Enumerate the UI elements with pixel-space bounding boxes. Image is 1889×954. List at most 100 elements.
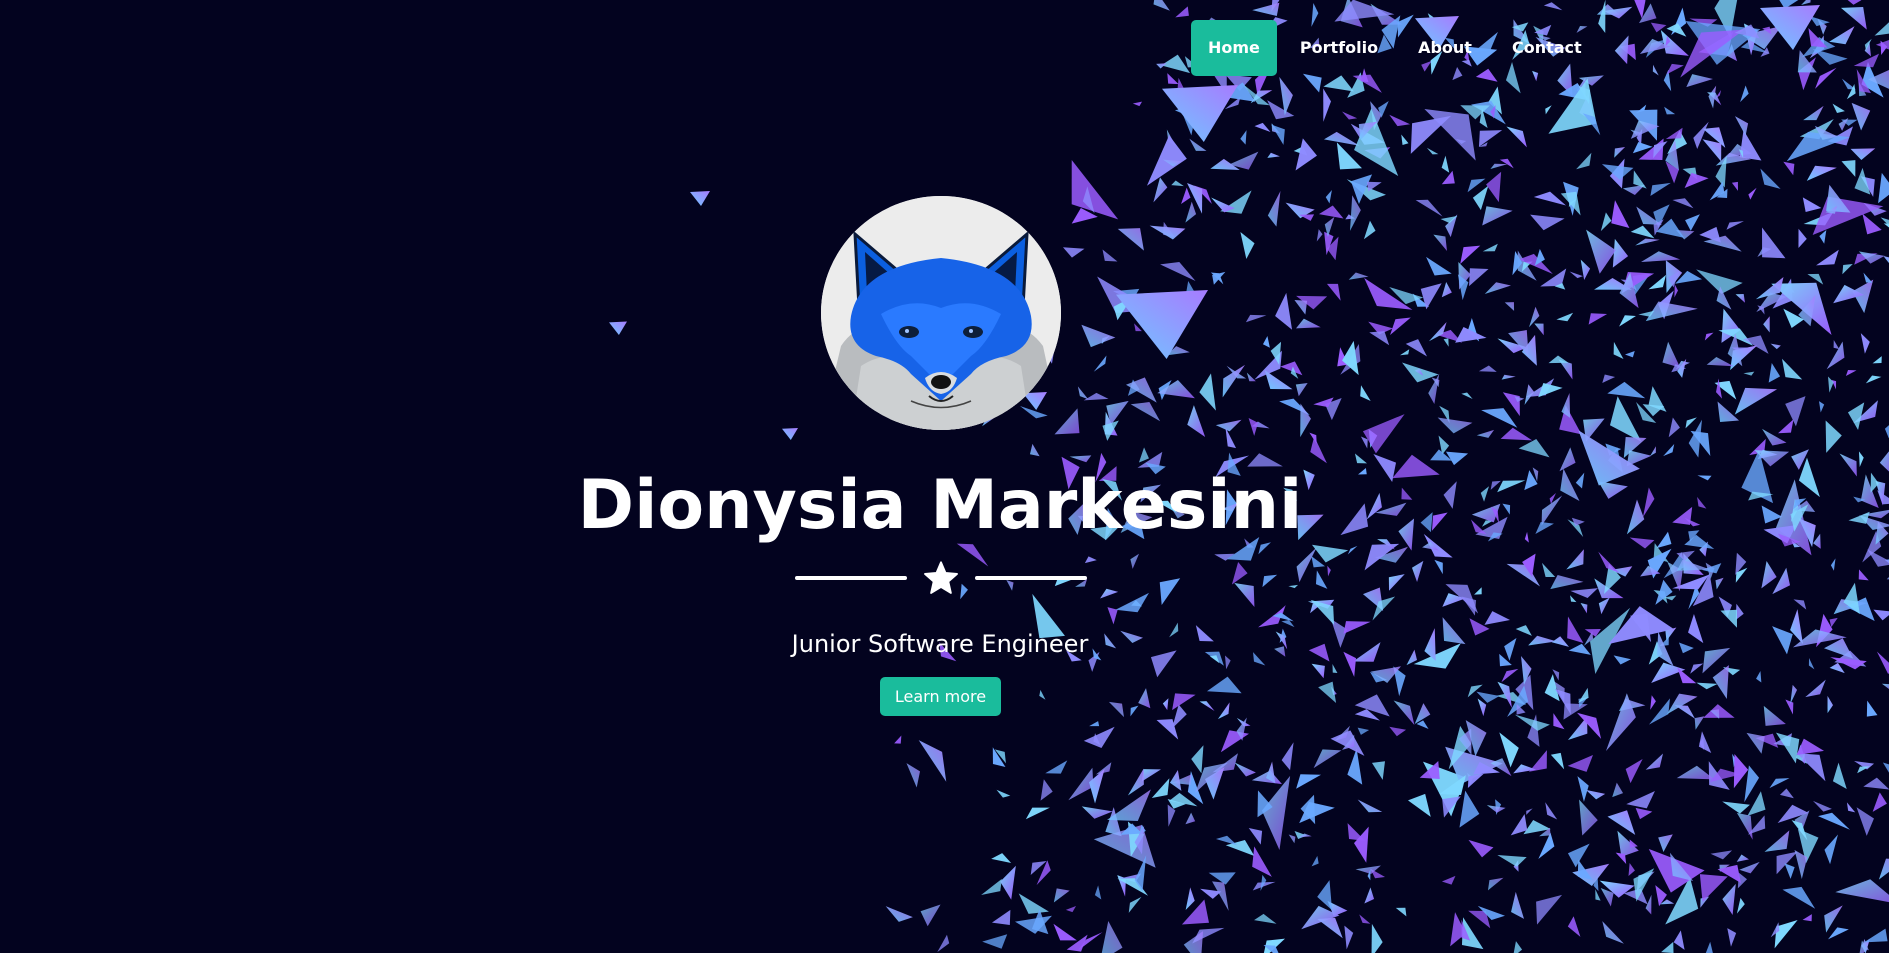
particle-shard	[1552, 680, 1565, 703]
particle-shard	[1883, 255, 1889, 263]
particle-shard	[1635, 104, 1647, 114]
particle-shard	[1675, 360, 1690, 370]
particle-shard	[1357, 727, 1370, 735]
particle-shard	[1450, 912, 1466, 947]
particle-shard	[1167, 804, 1176, 827]
particle-shard	[1252, 881, 1276, 891]
particle-shard	[1156, 719, 1179, 740]
particle-shard	[1062, 247, 1085, 258]
particle-shard	[1578, 86, 1591, 105]
particle-shard	[1799, 119, 1834, 140]
particle-shard	[1159, 578, 1181, 606]
nav-home-link[interactable]: Home	[1191, 20, 1277, 76]
particle-shard	[1884, 425, 1889, 439]
particle-shard	[1847, 0, 1862, 5]
particle-shard	[1445, 746, 1503, 785]
particle-shard	[885, 906, 913, 922]
particle-shard	[1309, 432, 1317, 444]
particle-shard	[1310, 436, 1327, 464]
particle-shard	[1539, 827, 1551, 837]
particle-shard	[1554, 282, 1566, 290]
particle-shard	[1254, 350, 1282, 380]
particle-shard	[1879, 451, 1889, 472]
particle-shard	[1445, 584, 1479, 614]
particle-shard	[1763, 316, 1770, 333]
particle-shard	[1438, 435, 1450, 455]
particle-shard	[1523, 820, 1551, 835]
particle-shard	[1665, 127, 1683, 140]
particle-shard	[1208, 872, 1236, 885]
particle-shard	[1467, 773, 1484, 788]
particle-shard	[1778, 419, 1794, 434]
particle-shard	[1482, 243, 1498, 252]
particle-shard	[1107, 607, 1118, 625]
particle-shard	[1658, 290, 1674, 320]
particle-shard	[1734, 387, 1778, 415]
particle-shard	[1389, 726, 1407, 737]
particle-shard	[1666, 23, 1687, 37]
fox-icon	[821, 196, 1061, 430]
particle-shard	[1785, 396, 1806, 427]
particle-shard	[1538, 382, 1563, 398]
particle-shard	[1735, 567, 1748, 583]
particle-shard	[1636, 402, 1657, 423]
particle-shard	[1236, 717, 1247, 741]
particle-shard	[1358, 121, 1377, 141]
particle-shard	[1856, 807, 1874, 836]
learn-more-button[interactable]: Learn more	[880, 677, 1001, 716]
particle-shard	[1518, 253, 1553, 275]
particle-shard	[1629, 839, 1638, 848]
particle-shard	[1852, 279, 1874, 314]
particle-shard	[1625, 758, 1643, 784]
particle-shard	[1841, 160, 1856, 177]
particle-shard	[1734, 24, 1760, 39]
particle-shard	[1612, 238, 1629, 268]
particle-shard	[1854, 760, 1875, 770]
particle-shard	[1860, 333, 1870, 354]
particle-shard	[1215, 835, 1238, 846]
nav-about-link[interactable]: About	[1401, 20, 1489, 76]
particle-shard	[1696, 682, 1718, 690]
particle-shard	[1414, 703, 1431, 725]
particle-shard	[1801, 752, 1805, 764]
particle-shard	[1872, 356, 1882, 364]
particle-shard	[1818, 812, 1850, 830]
particle-shard	[1522, 553, 1536, 577]
particle-shard	[1296, 547, 1317, 583]
particle-shard	[1225, 427, 1237, 449]
particle-shard	[1705, 941, 1713, 953]
particle-shard	[1694, 716, 1705, 730]
particle-shard	[1448, 725, 1472, 770]
particle-shard	[1809, 16, 1830, 27]
particle-shard	[1210, 272, 1224, 285]
particle-shard	[1433, 234, 1448, 252]
particle-shard	[1595, 889, 1601, 901]
nav-contact-link[interactable]: Contact	[1495, 20, 1599, 76]
particle-shard	[1162, 698, 1169, 711]
particle-shard	[1477, 698, 1487, 717]
particle-shard	[1053, 923, 1077, 941]
particle-shard	[1714, 380, 1737, 400]
particle-shard	[1420, 283, 1442, 310]
particle-shard	[1607, 810, 1636, 835]
particle-shard	[1819, 229, 1827, 244]
particle-shard	[1736, 897, 1745, 914]
particle-shard	[1245, 314, 1267, 323]
nav-portfolio-link[interactable]: Portfolio	[1283, 20, 1395, 76]
particle-shard	[1263, 938, 1286, 953]
particle-shard	[1651, 662, 1686, 683]
particle-shard	[1189, 138, 1207, 151]
particle-shard	[1416, 720, 1429, 730]
particle-shard	[1313, 749, 1342, 769]
particle-shard	[1663, 552, 1686, 579]
particle-shard	[1175, 6, 1189, 18]
particle-shard	[1703, 235, 1742, 252]
particle-shard	[1878, 172, 1889, 204]
particle-shard	[1093, 733, 1101, 746]
particle-shard	[1552, 669, 1560, 681]
particle-shard	[1428, 322, 1447, 342]
particle-shard	[1478, 142, 1488, 148]
particle-shard	[1127, 379, 1140, 396]
particle-shard	[1513, 860, 1519, 872]
particle-shard	[1845, 597, 1875, 622]
